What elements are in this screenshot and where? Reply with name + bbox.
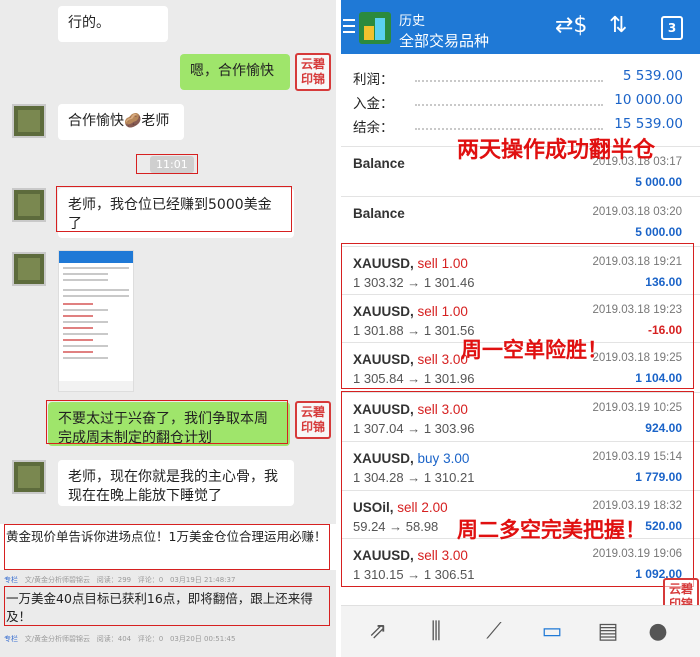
page-title: 历史: [399, 14, 426, 29]
chat-message-teacher: 行的。: [58, 6, 168, 42]
time-chip: 11:01: [150, 156, 194, 173]
currency-sort-icon[interactable]: ⇄$: [555, 14, 587, 38]
article-meta: 专栏 文/黄金分析师碧锦云 阅读：299 评论：0 03月19日 21:48:3…: [4, 576, 236, 584]
summary-profit: 利润： 5 539.00: [353, 68, 683, 88]
chart-icon[interactable]: ⟋: [479, 618, 509, 646]
news-icon[interactable]: ▤: [593, 618, 623, 646]
summary-deposit: 入金： 10 000.00: [353, 92, 683, 112]
tuesday-highlight-box: [341, 391, 694, 587]
screenshot-thumbnail[interactable]: [58, 250, 134, 392]
calendar-icon[interactable]: 3: [661, 16, 683, 40]
history-inbox-icon[interactable]: ▭: [537, 618, 567, 646]
trading-app: 历史 全部交易品种 ⇄$ ⇅ 3 利润： 5 539.00 入金： 10 000…: [341, 0, 700, 657]
monday-highlight-box: [341, 243, 694, 389]
screenshot-root: 行的。 嗯，合作愉快 云碧 印锦 合作愉快🥔老师 11:01 老师，我仓位已经赚到…: [0, 0, 700, 657]
seal-stamp: 云碧 印锦: [295, 401, 331, 439]
highlight-box: [4, 524, 330, 570]
menu-icon[interactable]: [343, 19, 355, 33]
tuesday-overlay: 周二多空完美把握！: [457, 518, 646, 542]
bottom-nav: ⇗ ⫼ ⟋ ▭ ▤ ●: [341, 605, 700, 657]
sort-icon[interactable]: ⇅: [609, 14, 627, 38]
highlight-box: [46, 400, 288, 444]
app-toolbar: 历史 全部交易品种 ⇄$ ⇅ 3: [341, 0, 700, 54]
avatar[interactable]: [12, 188, 46, 222]
chat-message-user: 合作愉快🥔老师: [58, 104, 184, 140]
balance-row[interactable]: Balance 2019.03.18 03:20 5 000.00: [341, 196, 700, 244]
chat-message-me: 嗯，合作愉快: [180, 54, 290, 90]
highlight-box: [4, 586, 330, 626]
highlight-box: [56, 186, 292, 232]
chat-message-user: 老师，现在你就是我的主心骨，我现在在晚上能放下睡觉了: [58, 460, 294, 506]
monday-overlay: 周一空单险胜！: [461, 338, 608, 362]
symbol-filter[interactable]: 全部交易品种: [399, 30, 489, 51]
candles-icon[interactable]: ⫼: [421, 618, 451, 646]
avatar[interactable]: [12, 252, 46, 286]
seal-stamp: 云碧 印锦: [295, 53, 331, 91]
app-logo-icon: [359, 12, 391, 44]
article-meta: 专栏 文/黄金分析师碧锦云 阅读：404 评论：0 03月20日 00:51:4…: [4, 635, 236, 643]
chat-panel: 行的。 嗯，合作愉快 云碧 印锦 合作愉快🥔老师 11:01 老师，我仓位已经赚到…: [0, 0, 336, 657]
trade-icon[interactable]: ⇗: [363, 618, 393, 646]
headline-overlay: 两天操作成功翻半仓: [457, 138, 656, 163]
avatar[interactable]: [12, 460, 46, 494]
messages-icon[interactable]: ●: [643, 618, 673, 646]
avatar[interactable]: [12, 104, 46, 138]
